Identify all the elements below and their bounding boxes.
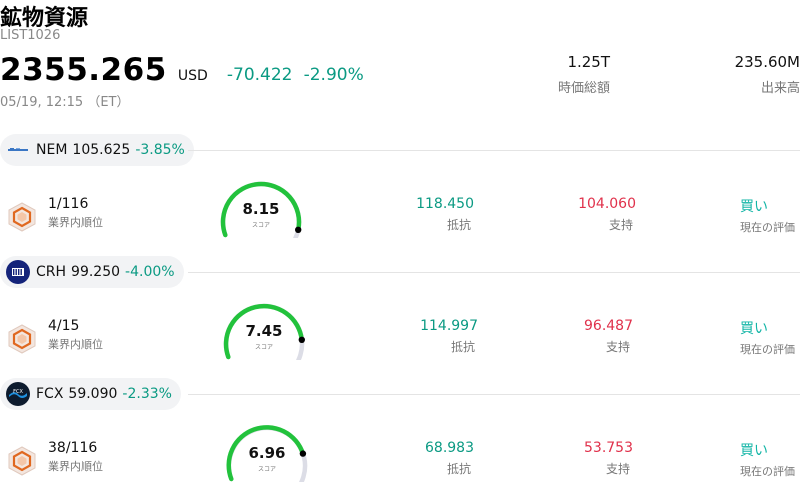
- score-label: スコア: [257, 466, 276, 473]
- market-cap-value: 1.25T: [567, 53, 610, 71]
- stock-section: NEM 105.625 -3.85% 1/116 業界内順位 8.15 スコア 118.450…: [0, 134, 800, 258]
- industry-rank-label: 業界内順位: [48, 460, 103, 473]
- market-cap-stat: 1.25T 時価総額: [540, 53, 610, 96]
- industry-rank-label: 業界内順位: [48, 338, 103, 351]
- ticker-change-percent: -4.00%: [125, 264, 175, 280]
- divider: [188, 394, 800, 395]
- stock-section: FCX FCX 59.090 -2.33% 38/116 業界内順位 6.96 スコア 68.9…: [0, 378, 800, 488]
- rating-value[interactable]: 買い: [740, 196, 768, 216]
- ticker-symbol: FCX: [36, 386, 64, 402]
- ticker-pill[interactable]: FCX FCX 59.090 -2.33%: [0, 378, 181, 410]
- resistance-label: 抵抗: [446, 218, 471, 232]
- resistance-value: 118.450: [416, 196, 474, 212]
- svg-text:FCX: FCX: [13, 389, 23, 395]
- rating-label: 現在の評価: [740, 221, 795, 234]
- company-logo-icon: [6, 138, 30, 162]
- ticker-pill[interactable]: NEM 105.625 -3.85%: [0, 134, 194, 166]
- stock-section: CRH 99.250 -4.00% 4/15 業界内順位 7.45 スコア 114.997 抵抗…: [0, 256, 800, 380]
- support-label: 支持: [605, 340, 630, 354]
- company-logo-icon: FCX: [6, 382, 30, 406]
- resistance-value: 114.997: [420, 318, 478, 334]
- score-label: スコア: [251, 222, 270, 229]
- industry-rank: 38/116: [48, 440, 98, 456]
- support-value: 104.060: [578, 196, 636, 212]
- ticker-price: 59.090: [68, 386, 118, 402]
- resistance-label: 抵抗: [446, 462, 471, 476]
- score-value: 7.45: [245, 322, 283, 340]
- divider: [188, 272, 800, 273]
- support-label: 支持: [605, 462, 630, 476]
- resistance-value: 68.983: [425, 440, 474, 456]
- price-row: 2355.265 USD -70.422 -2.90%: [0, 52, 364, 88]
- industry-rank-label: 業界内順位: [48, 216, 103, 229]
- rank-hexagon-icon: [8, 202, 36, 232]
- market-cap-label: 時価総額: [557, 81, 610, 96]
- index-code: LIST1026: [0, 28, 61, 43]
- support-value: 53.753: [584, 440, 633, 456]
- support-label: 支持: [608, 218, 633, 232]
- industry-rank: 4/15: [48, 318, 80, 334]
- ticker-symbol: NEM: [36, 142, 68, 158]
- score-value: 6.96: [248, 444, 286, 462]
- volume-label: 出来高: [760, 81, 800, 96]
- ticker-price: 99.250: [71, 264, 121, 280]
- currency: USD: [177, 68, 208, 84]
- resistance-label: 抵抗: [450, 340, 475, 354]
- rating-value[interactable]: 買い: [740, 440, 768, 460]
- company-logo-icon: [6, 260, 30, 284]
- ticker-change-percent: -2.33%: [122, 386, 172, 402]
- ticker-change-percent: -3.85%: [135, 142, 185, 158]
- volume-value: 235.60M: [734, 53, 800, 71]
- divider: [188, 150, 800, 151]
- volume-stat: 235.60M 出来高: [715, 53, 800, 96]
- price-change-percent: -2.90%: [303, 65, 364, 85]
- industry-rank: 1/116: [48, 196, 89, 212]
- rank-hexagon-icon: [8, 446, 36, 476]
- price-change: -70.422: [226, 65, 293, 85]
- rating-label: 現在の評価: [740, 343, 795, 356]
- ticker-price: 105.625: [72, 142, 131, 158]
- timestamp: 05/19, 12:15 （ET）: [0, 95, 130, 110]
- ticker-symbol: CRH: [36, 264, 67, 280]
- score-value: 8.15: [242, 200, 280, 218]
- support-value: 96.487: [584, 318, 633, 334]
- current-price: 2355.265: [0, 52, 167, 88]
- rating-value[interactable]: 買い: [740, 318, 768, 338]
- ticker-pill[interactable]: CRH 99.250 -4.00%: [0, 256, 184, 288]
- rank-hexagon-icon: [8, 324, 36, 354]
- rating-label: 現在の評価: [740, 465, 795, 478]
- score-label: スコア: [254, 344, 273, 351]
